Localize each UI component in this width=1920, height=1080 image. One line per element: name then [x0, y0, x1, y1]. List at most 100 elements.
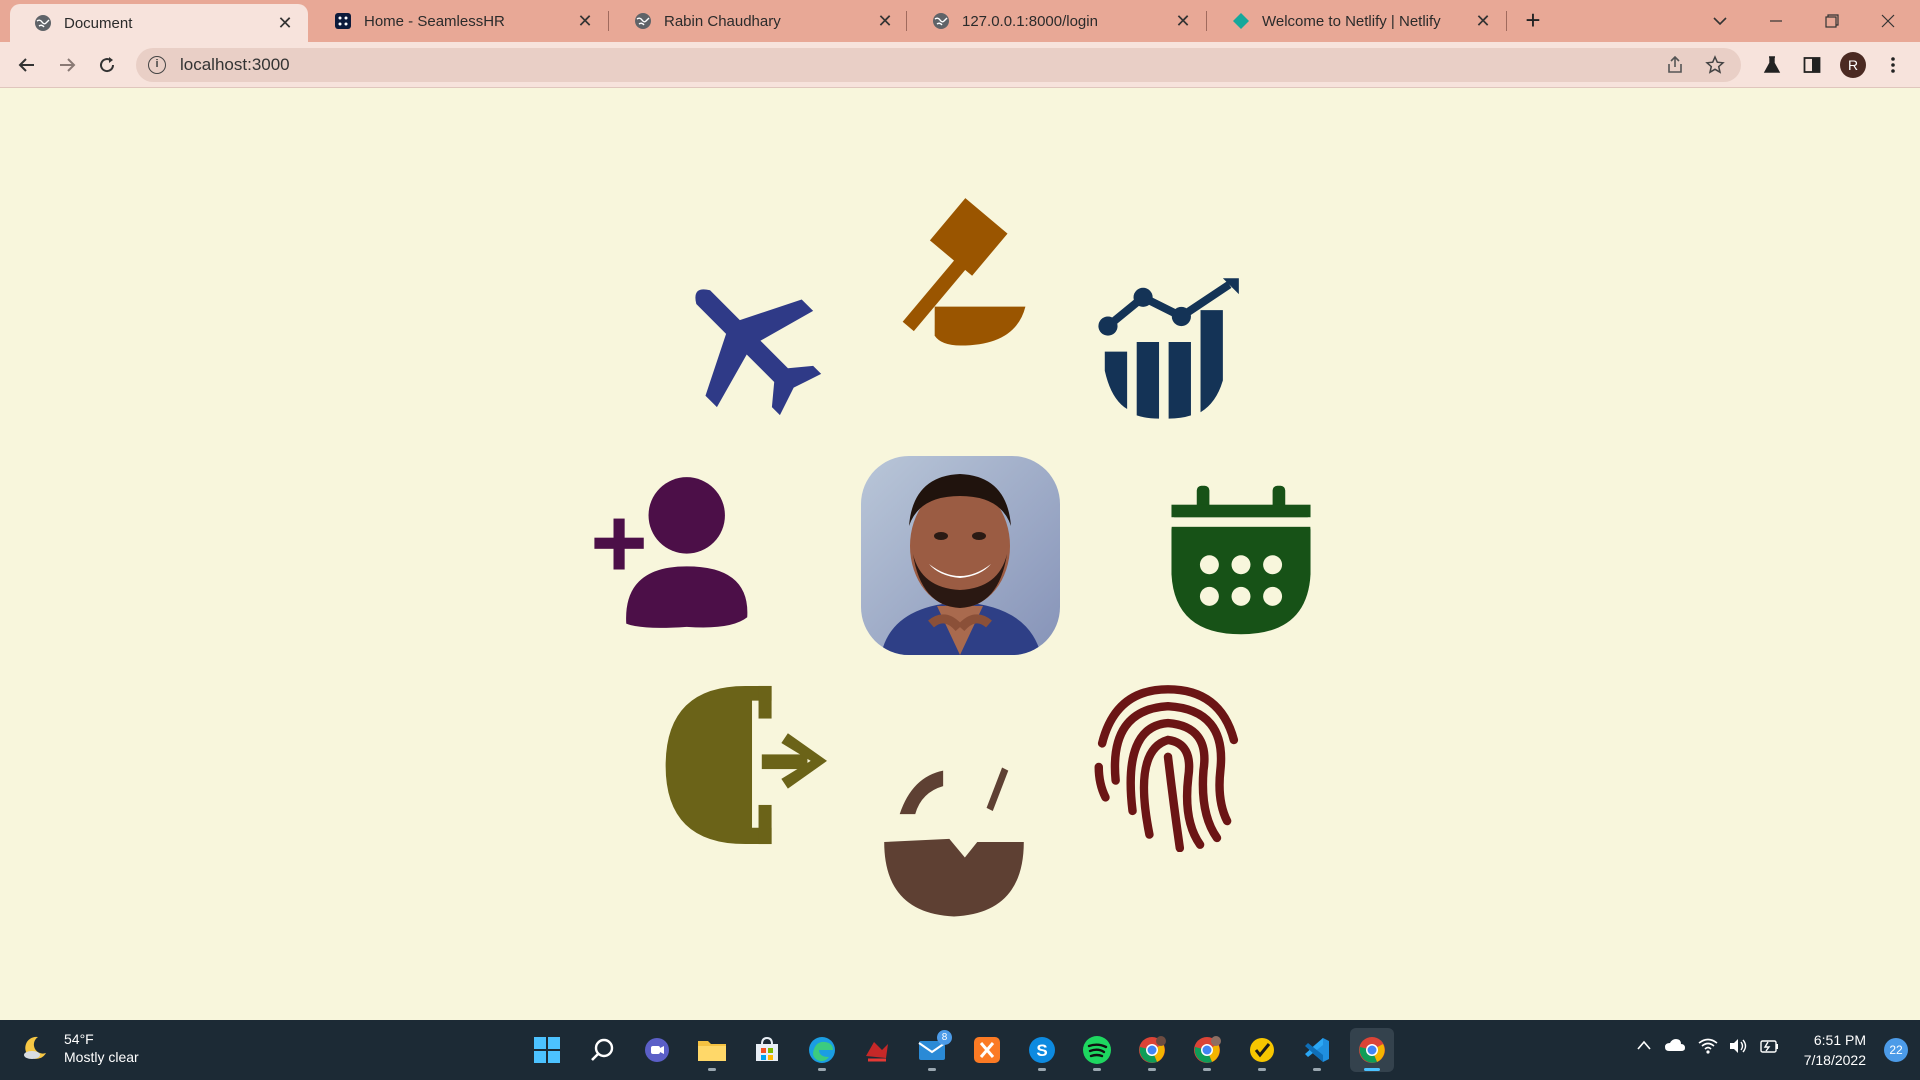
- seamlesshr-icon: [334, 12, 352, 30]
- forward-button[interactable]: [52, 50, 82, 80]
- tab-localhost-login[interactable]: 127.0.0.1:8000/login ✕: [908, 0, 1206, 42]
- add-user-icon[interactable]: [594, 474, 754, 630]
- running-indicator: [818, 1068, 826, 1071]
- teams-chat-icon[interactable]: [635, 1028, 679, 1072]
- skype-icon[interactable]: S: [1020, 1028, 1064, 1072]
- site-info-icon[interactable]: i: [148, 56, 166, 74]
- system-clock[interactable]: 6:51 PM 7/18/2022: [1804, 1030, 1866, 1070]
- moon-cloud-icon: [24, 1036, 46, 1059]
- arrow-right-icon: [60, 58, 76, 72]
- bookmark-star-icon[interactable]: [1700, 50, 1730, 80]
- tab-separator: [1506, 11, 1507, 31]
- running-indicator: [1038, 1068, 1046, 1071]
- file-explorer-icon[interactable]: [690, 1028, 734, 1072]
- tab-seamlesshr[interactable]: Home - SeamlessHR ✕: [310, 0, 608, 42]
- share-icon[interactable]: [1660, 50, 1690, 80]
- tab-separator: [1206, 11, 1207, 31]
- chrome-profile-icon[interactable]: [1185, 1028, 1229, 1072]
- tab-title: Document: [64, 14, 133, 32]
- calendar-icon[interactable]: [1162, 482, 1320, 638]
- edge-icon[interactable]: [800, 1028, 844, 1072]
- globe-icon: [34, 14, 52, 32]
- minimize-button[interactable]: [1748, 0, 1804, 42]
- restore-button[interactable]: [1804, 0, 1860, 42]
- tab-title: Welcome to Netlify | Netlify: [1262, 12, 1441, 30]
- menu-button[interactable]: [1878, 50, 1908, 80]
- gavel-icon[interactable]: [886, 190, 1032, 352]
- coconut-icon[interactable]: [878, 764, 1030, 920]
- svg-text:S: S: [1036, 1041, 1047, 1060]
- side-panel-icon[interactable]: [1797, 50, 1827, 80]
- clock-time: 6:51 PM: [1813, 1032, 1866, 1048]
- weather-condition: Mostly clear: [64, 1049, 139, 1065]
- battery-charging-icon[interactable]: [1758, 1038, 1780, 1057]
- app-red-icon[interactable]: [855, 1028, 899, 1072]
- tab-rabin-chaudhary[interactable]: Rabin Chaudhary ✕: [610, 0, 908, 42]
- running-indicator: [1313, 1068, 1321, 1071]
- url-input[interactable]: [180, 55, 1580, 75]
- mail-icon[interactable]: 8: [910, 1028, 954, 1072]
- globe-icon: [932, 12, 950, 30]
- reload-button[interactable]: [92, 50, 122, 80]
- close-icon[interactable]: ✕: [574, 10, 596, 32]
- netlify-icon: [1232, 12, 1250, 30]
- profile-photo: [861, 456, 1060, 655]
- tab-title: 127.0.0.1:8000/login: [962, 12, 1098, 30]
- tab-document[interactable]: Document ✕: [10, 4, 308, 42]
- running-indicator: [1364, 1068, 1380, 1071]
- microsoft-store-icon[interactable]: [745, 1028, 789, 1072]
- avatar: R: [1840, 52, 1866, 78]
- notification-badge[interactable]: 22: [1884, 1038, 1908, 1062]
- tab-search-button[interactable]: [1692, 0, 1748, 42]
- weather-temp: 54°F: [64, 1031, 94, 1047]
- chevron-down-icon: [1713, 17, 1727, 26]
- labs-flask-icon[interactable]: [1757, 50, 1787, 80]
- address-bar[interactable]: i: [136, 48, 1741, 82]
- arrow-left-icon: [18, 58, 34, 72]
- taskbar: 54°F Mostly clear 8 S 6:51 PM 7/18/2022 …: [0, 1020, 1920, 1080]
- running-indicator: [1093, 1068, 1101, 1071]
- volume-icon[interactable]: [1728, 1038, 1748, 1057]
- close-icon[interactable]: ✕: [874, 10, 896, 32]
- running-indicator: [928, 1068, 936, 1071]
- search-icon[interactable]: [580, 1028, 624, 1072]
- tab-separator: [608, 11, 609, 31]
- mail-badge: 8: [937, 1030, 952, 1045]
- tab-title: Home - SeamlessHR: [364, 12, 505, 30]
- close-icon[interactable]: ✕: [1172, 10, 1194, 32]
- onedrive-cloud-icon[interactable]: [1664, 1038, 1686, 1055]
- browser-toolbar: i R: [0, 42, 1920, 88]
- kebab-menu-icon: [1891, 57, 1895, 73]
- logout-icon[interactable]: [664, 684, 827, 846]
- chart-growth-icon[interactable]: [1095, 275, 1255, 425]
- chrome-profile-icon[interactable]: [1130, 1028, 1174, 1072]
- chevron-up-icon[interactable]: [1636, 1038, 1652, 1054]
- profile-avatar-button[interactable]: R: [1838, 50, 1868, 80]
- minimize-icon: [1770, 20, 1782, 22]
- running-indicator: [708, 1068, 716, 1071]
- running-indicator: [1258, 1068, 1266, 1071]
- chrome-beta-icon[interactable]: [1350, 1028, 1394, 1072]
- new-tab-button[interactable]: +: [1518, 6, 1548, 36]
- tab-title: Rabin Chaudhary: [664, 12, 781, 30]
- close-icon[interactable]: ✕: [1472, 10, 1494, 32]
- close-window-button[interactable]: [1860, 0, 1916, 42]
- fingerprint-icon[interactable]: [1092, 682, 1244, 852]
- airplane-icon[interactable]: [668, 262, 830, 424]
- restore-icon: [1825, 14, 1839, 28]
- vscode-icon[interactable]: [1295, 1028, 1339, 1072]
- spotify-icon[interactable]: [1075, 1028, 1119, 1072]
- globe-icon: [634, 12, 652, 30]
- windows-start-icon[interactable]: [525, 1028, 569, 1072]
- close-icon[interactable]: ✕: [274, 12, 296, 34]
- norton-icon[interactable]: [1240, 1028, 1284, 1072]
- running-indicator: [1148, 1068, 1156, 1071]
- wifi-icon[interactable]: [1698, 1038, 1718, 1057]
- xampp-icon[interactable]: [965, 1028, 1009, 1072]
- weather-widget[interactable]: 54°F Mostly clear: [20, 1030, 139, 1066]
- close-icon: [1881, 14, 1895, 28]
- tab-strip: Document ✕ Home - SeamlessHR ✕ Rabin Cha…: [0, 0, 1920, 42]
- tab-netlify[interactable]: Welcome to Netlify | Netlify ✕: [1208, 0, 1506, 42]
- back-button[interactable]: [12, 50, 42, 80]
- running-indicator: [1203, 1068, 1211, 1071]
